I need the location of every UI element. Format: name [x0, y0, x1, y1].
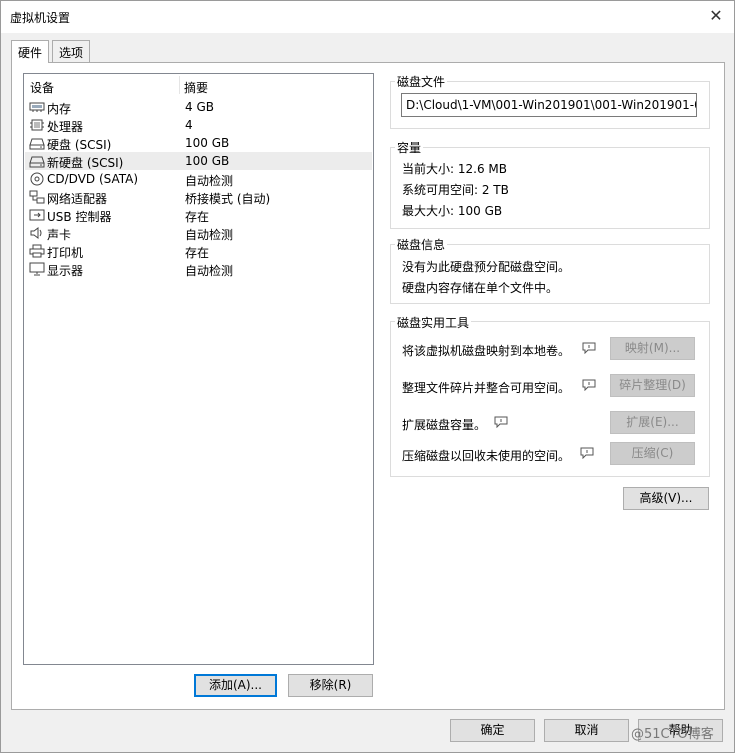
advanced-button[interactable]: 高级(V)...	[623, 487, 709, 510]
tab-options-label: 选项	[59, 46, 84, 60]
device-name: 内存	[47, 102, 72, 116]
hard-disk-icon	[29, 156, 45, 168]
device-summary: 4 GB	[185, 100, 214, 114]
column-header-summary[interactable]: 摘要	[184, 79, 208, 96]
map-button[interactable]: 映射(M)...	[610, 337, 695, 360]
defragment-description: 整理文件碎片并整合可用空间。	[402, 381, 571, 395]
device-row-cd-dvd[interactable]: CD/DVD (SATA) 自动检测	[25, 170, 372, 188]
device-row-display[interactable]: 显示器 自动检测	[25, 260, 372, 278]
network-adapter-icon	[29, 190, 45, 204]
printer-icon	[29, 244, 45, 258]
ok-button[interactable]: 确定	[450, 719, 535, 742]
disk-file-group-title: 磁盘文件	[395, 73, 448, 90]
device-name: 显示器	[47, 264, 84, 278]
device-name: 处理器	[47, 120, 84, 134]
device-name: 打印机	[47, 246, 84, 260]
settings-window: 虚拟机设置 ✕ 硬件 选项 设备 摘要 内存 4 GB 处理器 4 硬盘 (SC…	[0, 0, 735, 753]
info-bubble-icon[interactable]	[582, 379, 596, 391]
device-summary: 存在	[185, 210, 210, 224]
device-summary: 自动检测	[185, 264, 234, 278]
device-row-sound-card[interactable]: 声卡 自动检测	[25, 224, 372, 242]
device-summary: 自动检测	[185, 174, 234, 188]
tab-hardware[interactable]: 硬件	[11, 40, 50, 63]
speaker-icon	[30, 227, 42, 239]
hard-disk-icon	[29, 138, 45, 150]
device-summary: 自动检测	[185, 228, 234, 242]
watermark: @51CTO博客	[631, 727, 714, 742]
device-row-hard-disk[interactable]: 硬盘 (SCSI) 100 GB	[25, 134, 372, 152]
compact-description: 压缩磁盘以回收未使用的空间。	[402, 449, 571, 463]
device-list[interactable]: 设备 摘要 内存 4 GB 处理器 4 硬盘 (SCSI) 100 GB 新硬盘…	[23, 73, 374, 665]
device-name: 声卡	[47, 228, 72, 242]
device-summary: 100 GB	[185, 154, 230, 168]
device-summary: 桥接模式 (自动)	[185, 192, 271, 206]
info-bubble-icon[interactable]	[582, 342, 596, 354]
expand-description: 扩展磁盘容量。	[402, 418, 487, 432]
memory-icon	[29, 102, 45, 112]
disk-info-group-title: 磁盘信息	[395, 236, 448, 253]
device-name: 硬盘 (SCSI)	[47, 138, 112, 152]
expand-button[interactable]: 扩展(E)...	[610, 411, 695, 434]
device-summary: 4	[185, 118, 193, 132]
info-bubble-icon[interactable]	[494, 416, 508, 428]
disk-file-path-field[interactable]: D:\Cloud\1-VM\001-Win201901\001-Win20190…	[401, 93, 697, 117]
disk-info-line-2: 硬盘内容存储在单个文件中。	[402, 281, 559, 295]
window-title: 虚拟机设置	[10, 11, 71, 25]
available-space-label: 系统可用空间: 2 TB	[402, 183, 509, 197]
disk-utilities-group-title: 磁盘实用工具	[395, 314, 472, 331]
device-row-memory[interactable]: 内存 4 GB	[25, 98, 372, 116]
map-description: 将该虚拟机磁盘映射到本地卷。	[402, 344, 571, 358]
defragment-button[interactable]: 碎片整理(D)	[610, 374, 695, 397]
processor-icon	[30, 119, 44, 131]
monitor-icon	[29, 262, 45, 276]
disk-info-line-1: 没有为此硬盘预分配磁盘空间。	[402, 260, 571, 274]
device-name: 网络适配器	[47, 192, 108, 206]
current-size-label: 当前大小: 12.6 MB	[402, 162, 507, 176]
remove-button[interactable]: 移除(R)	[288, 674, 373, 697]
add-button[interactable]: 添加(A)...	[194, 674, 277, 697]
device-row-new-hard-disk[interactable]: 新硬盘 (SCSI) 100 GB	[25, 152, 372, 170]
compact-button[interactable]: 压缩(C)	[610, 442, 695, 465]
device-summary: 存在	[185, 246, 210, 260]
device-row-usb-controller[interactable]: USB 控制器 存在	[25, 206, 372, 224]
tab-hardware-label: 硬件	[18, 46, 43, 60]
usb-icon	[29, 209, 45, 221]
device-name: CD/DVD (SATA)	[47, 172, 139, 186]
device-name: USB 控制器	[47, 210, 112, 224]
device-summary: 100 GB	[185, 136, 230, 150]
capacity-group-title: 容量	[395, 139, 424, 156]
device-row-network-adapter[interactable]: 网络适配器 桥接模式 (自动)	[25, 188, 372, 206]
device-row-processor[interactable]: 处理器 4	[25, 116, 372, 134]
info-bubble-icon[interactable]	[580, 447, 594, 459]
cancel-button[interactable]: 取消	[544, 719, 629, 742]
cd-dvd-icon	[30, 172, 44, 186]
device-name: 新硬盘 (SCSI)	[47, 156, 124, 170]
device-row-printer[interactable]: 打印机 存在	[25, 242, 372, 260]
tab-options[interactable]: 选项	[52, 40, 91, 62]
column-divider[interactable]	[179, 76, 180, 94]
list-header: 设备 摘要	[24, 74, 373, 96]
column-header-device[interactable]: 设备	[30, 79, 54, 96]
max-size-label: 最大大小: 100 GB	[402, 204, 503, 218]
title-bar: 虚拟机设置 ✕	[1, 1, 734, 33]
close-button[interactable]: ✕	[706, 6, 726, 26]
